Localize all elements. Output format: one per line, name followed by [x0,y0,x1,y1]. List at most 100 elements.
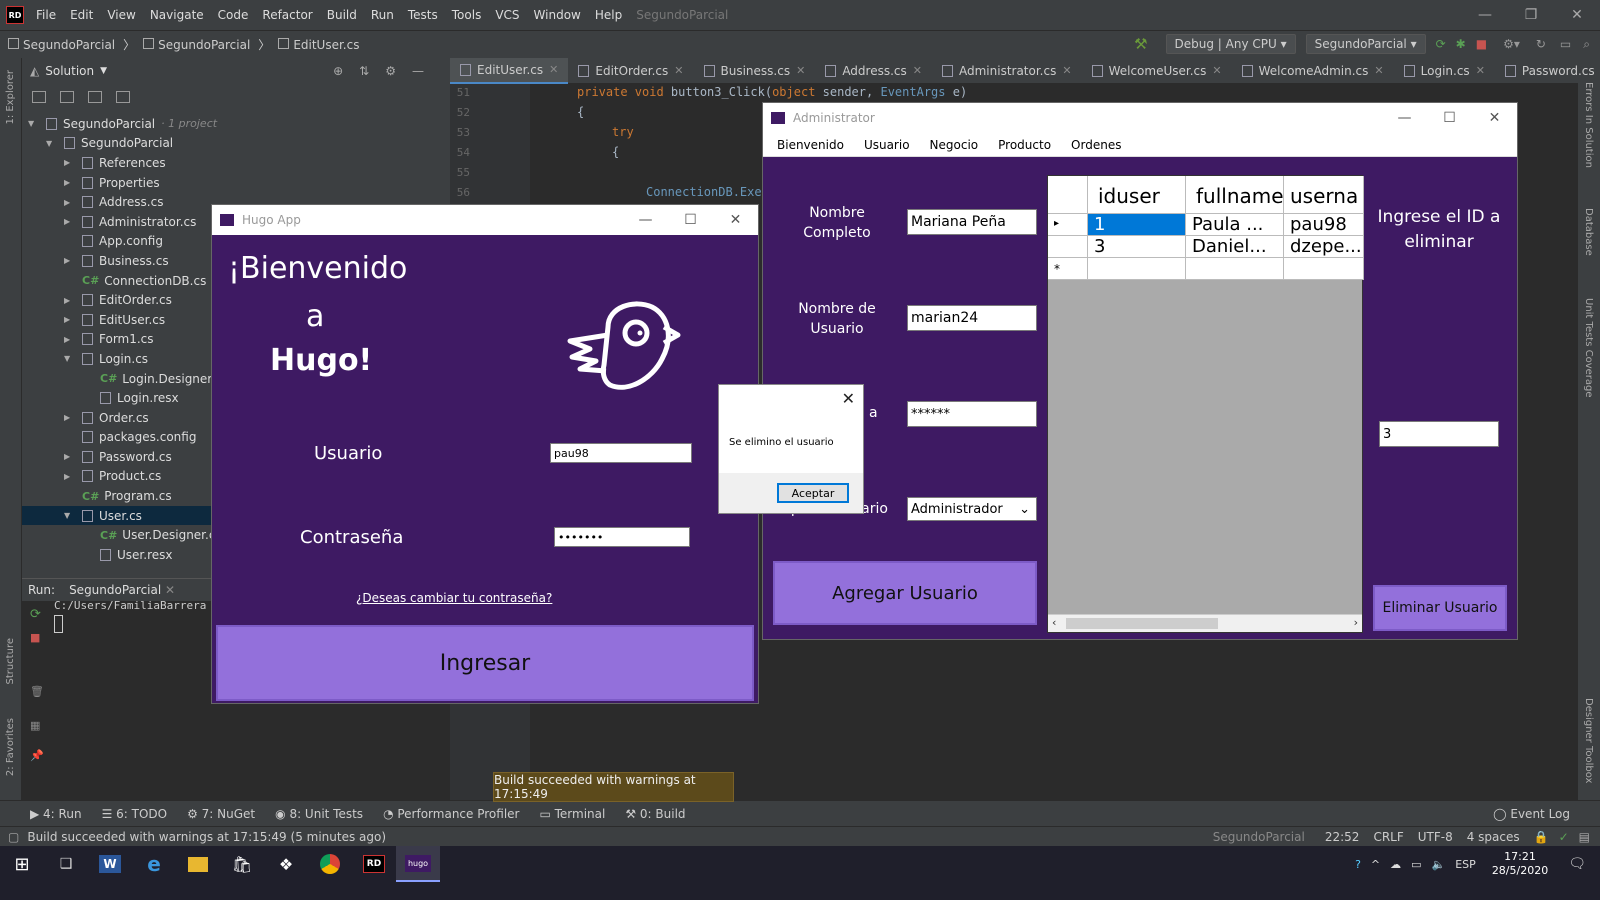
scroll-right-icon[interactable]: › [1354,616,1358,629]
run-tab[interactable]: SegundoParcial ✕ [69,583,175,597]
search-everywhere-icon[interactable]: ⌕ [1583,37,1590,52]
build-tool-button[interactable]: ⚒ 0: Build [625,807,685,821]
editor-tab[interactable]: Address.cs ✕ [815,58,932,84]
delete-user-button[interactable]: Eliminar Usuario [1373,585,1507,631]
add-user-button[interactable]: Agregar Usuario [773,561,1037,625]
check-icon[interactable]: ✓ [1559,830,1569,844]
menu-build[interactable]: Build [327,8,357,22]
designer-toolbox-tab[interactable]: Designer Toolbox [1583,698,1594,783]
close-tab-icon[interactable]: ✕ [674,64,683,77]
stop-icon[interactable]: ■ [30,631,40,644]
chevron-right-icon[interactable]: ▶ [64,217,74,226]
build-notification[interactable]: Build succeeded with warnings at 17:15:4… [493,772,734,802]
run-config-select[interactable]: SegundoParcial ▾ [1305,34,1426,54]
breadcrumb-file[interactable]: EditUser.cs [278,37,359,52]
editor-tab[interactable]: WelcomeAdmin.cs ✕ [1232,58,1394,84]
chevron-down-icon[interactable]: ▼ [46,139,56,148]
rerun-icon[interactable]: ⟳ [30,607,41,622]
menu-refactor[interactable]: Refactor [262,8,312,22]
tree-item[interactable]: ▼ SegundoParcial [22,134,450,154]
user-type-select[interactable]: Administrador ⌄ [907,497,1037,521]
grid-cell[interactable]: Paula ... [1186,214,1284,236]
editor-tab[interactable]: EditOrder.cs ✕ [568,58,693,84]
change-password-link[interactable]: ¿Deseas cambiar tu contraseña? [356,591,552,605]
windows-start-icon[interactable]: ⊞ [0,846,44,882]
volume-icon[interactable]: 🔈 [1432,858,1446,871]
menu-edit[interactable]: Edit [70,8,93,22]
memory-icon[interactable]: ▤ [1579,830,1590,844]
grid-row-header[interactable]: ▸ [1048,214,1088,236]
grid-cell[interactable] [1284,258,1364,280]
chevron-right-icon[interactable]: ▶ [64,452,74,461]
admin-menu-ordenes[interactable]: Ordenes [1071,138,1121,152]
breadcrumb-solution[interactable]: SegundoParcial [8,37,115,52]
solution-header[interactable]: ◭ Solution ▼ ⊕⇅⚙— [22,58,450,84]
help-icon[interactable]: ? [1355,858,1361,871]
grid-column-header[interactable]: iduser [1088,176,1186,214]
filter-icon[interactable] [60,91,74,103]
admin-menu-negocio[interactable]: Negocio [930,138,979,152]
login-button[interactable]: Ingresar [216,625,754,701]
grid-cell[interactable]: Daniel... [1186,236,1284,258]
grid-cell[interactable]: 3 [1088,236,1186,258]
tray-chevron-icon[interactable]: ^ [1371,858,1380,871]
breadcrumb-project[interactable]: SegundoParcial [143,37,250,52]
chevron-right-icon[interactable]: ▶ [64,335,74,344]
username-input[interactable]: marian24 [907,305,1037,331]
password-input[interactable]: ****** [907,401,1037,427]
todo-tool-button[interactable]: ☰ 6: TODO [102,807,168,821]
admin-titlebar[interactable]: Administrator — ☐ ✕ [763,103,1517,133]
close-icon[interactable]: ✕ [1472,110,1517,126]
layout-icon[interactable]: ▦ [30,719,40,732]
build-config-select[interactable]: Debug | Any CPU ▾ [1165,34,1296,54]
menu-code[interactable]: Code [218,8,249,22]
grid-cell[interactable]: dzepe... [1284,236,1364,258]
grid-column-header[interactable]: fullname [1186,176,1284,214]
maximize-icon[interactable]: ☐ [1427,110,1472,126]
task-view-icon[interactable]: ❑ [44,846,88,882]
menu-navigate[interactable]: Navigate [150,8,204,22]
tree-item[interactable]: ▼ SegundoParcial · 1 project [22,114,450,134]
run-tool-button[interactable]: ▶ 4: Run [30,807,82,821]
editor-tab[interactable]: Login.cs ✕ [1394,58,1495,84]
rerun-icon[interactable]: ⟳ [1436,37,1446,51]
hugo-titlebar[interactable]: Hugo App — ☐ ✕ [212,205,758,235]
editor-tab[interactable]: WelcomeUser.cs ✕ [1082,58,1232,84]
editor-tab[interactable]: Administrator.cs ✕ [932,58,1082,84]
grid-horizontal-scrollbar[interactable]: ‹ › [1048,614,1362,632]
maximize-icon[interactable]: ☐ [668,212,713,228]
notifications-icon[interactable]: 🗨 [1568,856,1586,872]
lock-icon[interactable]: 🔒 [1534,830,1549,844]
chevron-down-icon[interactable]: ▼ [64,354,74,363]
rider-icon[interactable]: RD [352,846,396,882]
pin-icon[interactable]: 📌 [30,749,44,762]
menu-run[interactable]: Run [371,8,394,22]
status-line-ending[interactable]: CRLF [1373,830,1403,844]
delete-id-input[interactable]: 3 [1379,421,1499,447]
chevron-down-icon[interactable]: ▼ [28,119,38,128]
coverage-tool-tab[interactable]: Unit Tests Coverage [1583,298,1594,398]
close-tab-icon[interactable]: ✕ [1476,64,1485,77]
close-icon[interactable]: ✕ [842,389,855,408]
minimize-icon[interactable]: — [1382,110,1427,126]
grid-cell[interactable]: pau98 [1284,214,1364,236]
admin-menu-producto[interactable]: Producto [998,138,1051,152]
menu-help[interactable]: Help [595,8,622,22]
admin-menu-usuario[interactable]: Usuario [864,138,910,152]
grid-new-row-header[interactable]: * [1048,258,1088,280]
favorites-tool-tab[interactable]: 2: Favorites [5,718,16,776]
event-log-button[interactable]: ◯ Event Log [1493,807,1570,821]
console-cursor[interactable] [54,615,63,633]
collapse-icon[interactable] [32,91,46,103]
solution-toolbar-icons[interactable]: ⊕⇅⚙— [333,64,440,78]
profiler-tool-button[interactable]: ◔ Performance Profiler [383,807,519,821]
chevron-right-icon[interactable]: ▶ [64,178,74,187]
menu-tests[interactable]: Tests [408,8,438,22]
grid-column-header[interactable]: userna [1284,176,1364,214]
status-project[interactable]: SegundoParcial [1213,830,1305,844]
menu-view[interactable]: View [107,8,135,22]
layout-icon[interactable]: ▭ [1560,37,1571,51]
minimize-icon[interactable]: — [623,212,668,228]
chevron-down-icon[interactable]: ▼ [100,66,107,76]
username-input[interactable]: pau98 [550,443,692,463]
